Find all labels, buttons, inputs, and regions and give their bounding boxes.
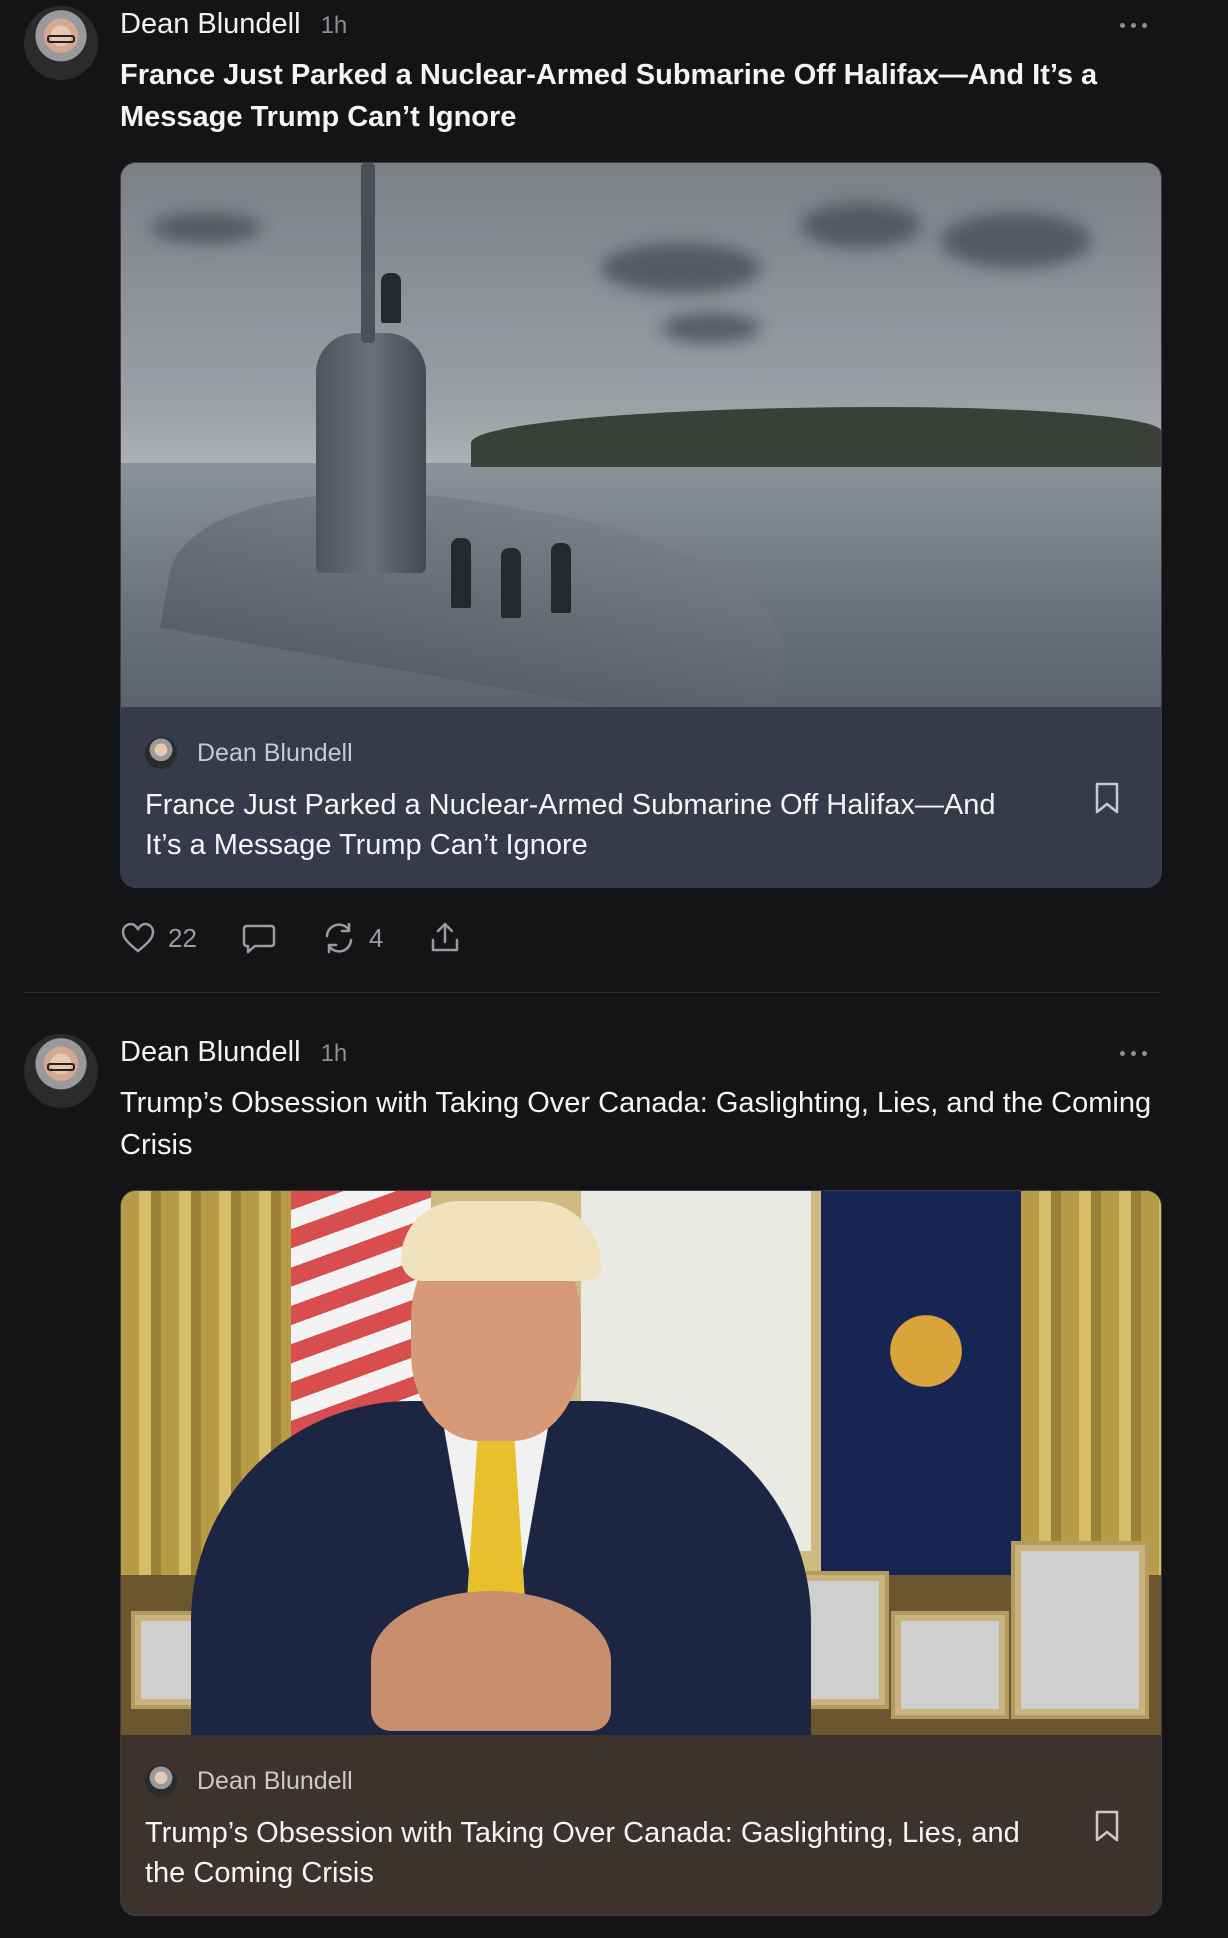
more-options-icon[interactable] (1120, 1048, 1148, 1058)
heart-icon (121, 922, 155, 953)
post-header: Dean Blundell 1h (120, 8, 347, 41)
more-options-icon[interactable] (1120, 20, 1148, 30)
post-actions: 22 4 (120, 918, 507, 958)
article-card[interactable]: Dean Blundell Trump’s Obsession with Tak… (120, 1190, 1162, 1916)
article-card-footer: Dean Blundell Trump’s Obsession with Tak… (121, 1735, 1161, 1915)
article-image (121, 163, 1161, 707)
comment-icon (242, 924, 276, 954)
post-time: 1h (320, 12, 348, 39)
post-time: 1h (320, 1040, 348, 1067)
card-author-avatar (145, 1765, 177, 1797)
restack-button[interactable]: 4 (321, 920, 383, 956)
like-count: 22 (168, 922, 197, 953)
author-avatar[interactable] (24, 6, 98, 80)
comment-button[interactable] (241, 920, 277, 956)
article-card[interactable]: Dean Blundell France Just Parked a Nucle… (120, 162, 1162, 888)
bookmark-icon[interactable] (1093, 1809, 1121, 1843)
post-header: Dean Blundell 1h (120, 1036, 347, 1069)
feed: Dean Blundell 1h France Just Parked a Nu… (0, 0, 1228, 1938)
article-image (121, 1191, 1161, 1735)
card-author-name: Dean Blundell (197, 1767, 353, 1795)
share-button[interactable] (427, 920, 463, 956)
author-name[interactable]: Dean Blundell (120, 8, 301, 41)
restack-icon (325, 922, 353, 954)
card-title[interactable]: Trump’s Obsession with Taking Over Canad… (145, 1813, 1025, 1893)
bookmark-icon[interactable] (1093, 781, 1121, 815)
article-card-footer: Dean Blundell France Just Parked a Nucle… (121, 707, 1161, 887)
author-avatar[interactable] (24, 1034, 98, 1108)
post-title[interactable]: France Just Parked a Nuclear-Armed Subma… (120, 54, 1160, 138)
post-divider (24, 992, 1160, 993)
author-name[interactable]: Dean Blundell (120, 1036, 301, 1069)
post-title[interactable]: Trump’s Obsession with Taking Over Canad… (120, 1082, 1160, 1166)
restack-count: 4 (368, 922, 384, 953)
like-button[interactable]: 22 (120, 920, 197, 956)
share-icon (432, 922, 459, 952)
card-title[interactable]: France Just Parked a Nuclear-Armed Subma… (145, 785, 1025, 865)
card-author-name: Dean Blundell (197, 739, 353, 767)
card-author-avatar (145, 737, 177, 769)
